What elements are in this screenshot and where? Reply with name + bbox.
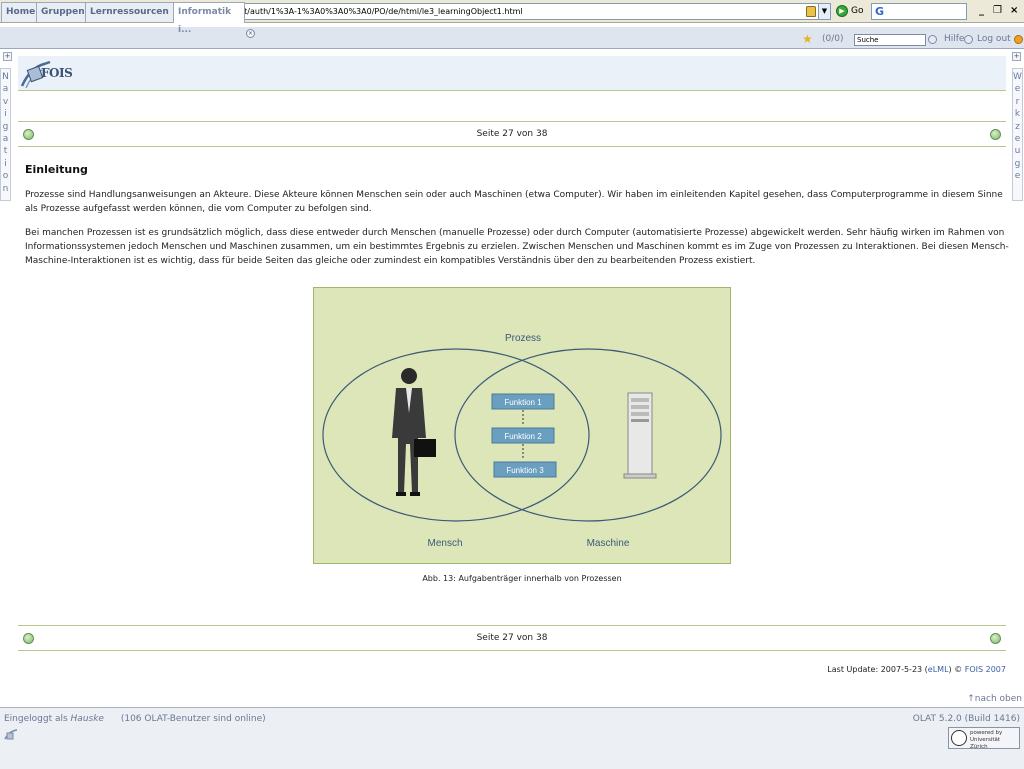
pager-bottom: Seite 27 von 38 — [18, 625, 1006, 651]
side-tab-letter: r — [1015, 96, 1020, 107]
login-prefix: Eingeloggt als — [4, 714, 71, 724]
badge-line-1: powered by — [970, 730, 1003, 736]
server-icon — [623, 392, 657, 479]
tab-close-icon[interactable]: × — [246, 29, 255, 38]
navigation-side-tab[interactable]: Navigation — [0, 68, 11, 201]
restore-button[interactable]: ❐ — [993, 5, 1002, 16]
figure-caption: Abb. 13: Aufgabenträger innerhalb von Pr… — [422, 574, 622, 583]
side-tab-letter: k — [1014, 109, 1021, 120]
uzh-badge-text: powered by Universität Zürich — [970, 730, 1019, 751]
badge-line-2: Universität Zürich — [970, 737, 1001, 750]
tab-resources[interactable]: Lernressourcen — [85, 2, 174, 22]
side-tab-letter: i — [4, 158, 7, 169]
help-link[interactable]: Hilfe — [944, 34, 964, 44]
search-go-icon[interactable] — [928, 35, 937, 44]
process-figure: Prozess Mensch Maschine Funktion 1 Funkt… — [313, 287, 731, 564]
tools-side-tab[interactable]: Werkzeuge — [1012, 68, 1023, 201]
google-icon: G — [875, 5, 885, 18]
right-panel-toggle-icon[interactable]: + — [1012, 52, 1021, 61]
logout-icon[interactable] — [1014, 35, 1023, 44]
olat-logo-icon — [4, 729, 18, 740]
side-tab-letter: g — [2, 121, 9, 132]
url-dropdown-icon[interactable]: ▼ — [818, 4, 830, 19]
side-tab-letter: a — [2, 84, 9, 95]
function-box: Funktion 1 — [491, 393, 555, 410]
footer: Eingeloggt als Hauske (106 OLAT-Benutzer… — [0, 707, 1024, 769]
next-page-icon[interactable] — [990, 633, 1001, 644]
side-tab-letter: a — [2, 134, 9, 145]
message-counter[interactable]: (0/0) — [822, 34, 844, 44]
fois-logo-text: FOIS — [41, 66, 73, 80]
function-label: Funktion 1 — [504, 398, 542, 407]
side-tab-letter: n — [2, 183, 9, 194]
go-arrow-icon: ▶ — [836, 5, 848, 17]
elml-link[interactable]: eLML — [928, 665, 949, 674]
minimize-button[interactable]: _ — [979, 5, 984, 16]
figure-title: Prozess — [505, 333, 541, 344]
function-label: Funktion 3 — [506, 466, 544, 475]
side-tab-letter: z — [1015, 121, 1020, 132]
page-indicator: Seite 27 von 38 — [476, 129, 548, 139]
function-box: Funktion 2 — [491, 427, 555, 444]
olat-version: OLAT 5.2.0 (Build 1416) — [912, 714, 1020, 724]
side-tab-letter: g — [1014, 158, 1021, 169]
pager-top: Seite 27 von 38 — [18, 121, 1006, 147]
venn-diagram: Prozess Mensch Maschine Funktion 1 Funkt… — [322, 333, 722, 549]
left-panel-toggle-icon[interactable]: + — [3, 52, 12, 61]
businessman-icon — [392, 368, 436, 496]
username: Hauske — [70, 714, 104, 724]
lock-icon[interactable] — [806, 6, 816, 17]
label-maschine: Maschine — [587, 538, 630, 549]
help-icon[interactable] — [964, 35, 973, 44]
google-search-field[interactable]: G — [871, 3, 967, 20]
online-users[interactable]: (106 OLAT-Benutzer sind online) — [121, 714, 266, 724]
section-heading: Einleitung — [25, 163, 88, 176]
tab-home[interactable]: Home — [1, 2, 41, 22]
tab-informatik[interactable]: Informatik i... — [173, 2, 245, 35]
uzh-seal-icon — [951, 730, 967, 746]
paragraph: Bei manchen Prozessen ist es grundsätzli… — [25, 228, 1009, 266]
last-update-mid: ) © — [948, 665, 965, 674]
close-window-button[interactable]: × — [1010, 5, 1018, 16]
side-tab-letter: e — [1014, 171, 1021, 182]
side-tab-letter: e — [1014, 134, 1021, 145]
go-button[interactable]: ▶ Go — [836, 5, 863, 17]
function-box: Funktion 3 — [493, 461, 557, 478]
page-indicator: Seite 27 von 38 — [476, 633, 548, 643]
back-to-top-link[interactable]: ↑nach oben — [967, 694, 1022, 704]
go-label: Go — [851, 6, 864, 16]
side-tab-letter: t — [3, 146, 8, 157]
tab-groups[interactable]: Gruppen — [36, 2, 90, 22]
last-update: Last Update: 2007-5-23 (eLML) © FOIS 200… — [827, 665, 1006, 674]
logout-link[interactable]: Log out — [977, 34, 1011, 44]
course-header: FOIS — [18, 56, 1006, 91]
side-tab-letter: W — [1013, 72, 1022, 82]
login-info: Eingeloggt als Hauske (106 OLAT-Benutzer… — [4, 714, 266, 724]
label-mensch: Mensch — [427, 538, 462, 549]
last-update-prefix: Last Update: 2007-5-23 ( — [827, 665, 928, 674]
side-tab-letter: v — [2, 96, 9, 107]
side-tab-letter: e — [1014, 84, 1021, 95]
next-page-icon[interactable] — [990, 129, 1001, 140]
search-input[interactable] — [854, 34, 926, 46]
bookmark-star-icon[interactable]: ★ — [802, 33, 813, 45]
side-tab-letter: u — [1014, 146, 1021, 157]
side-tab-letter: o — [2, 171, 9, 182]
fois-link[interactable]: FOIS 2007 — [965, 665, 1006, 674]
function-label: Funktion 2 — [504, 432, 542, 441]
paragraph: Prozesse sind Handlungsanweisungen an Ak… — [25, 190, 1003, 214]
side-tab-letter: i — [4, 109, 7, 120]
uzh-powered-badge[interactable]: powered by Universität Zürich — [948, 727, 1020, 751]
side-tab-letter: N — [2, 72, 9, 82]
